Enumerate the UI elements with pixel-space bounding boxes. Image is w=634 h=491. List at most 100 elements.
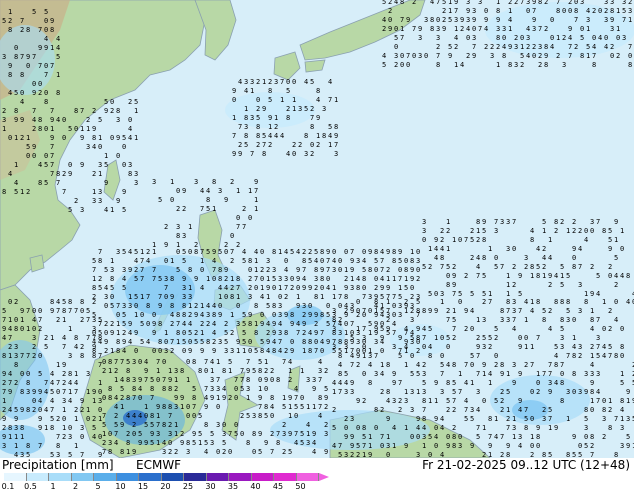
precip-mark: 8	[554, 298, 558, 306]
precip-mark: 2	[512, 263, 516, 271]
timestamp-label: Fr 21-02-2025 09..12 UTC (12+48)	[422, 458, 630, 472]
precip-mark: 9	[416, 325, 420, 333]
precip-mark: 8	[614, 451, 618, 458]
precip-mark: 0	[162, 358, 166, 366]
precip-mark: 9	[248, 311, 252, 319]
precip-mark: 3	[440, 388, 444, 396]
precip-mark: 3	[604, 0, 608, 6]
precip-mark: 2	[440, 227, 444, 235]
precip-mark: 8	[230, 293, 234, 301]
precip-mark: 3	[278, 329, 282, 337]
precip-mark: 8	[320, 275, 324, 283]
precip-mark: 5	[14, 89, 18, 97]
precip-mark: 5	[608, 236, 612, 244]
precip-mark: 8	[50, 26, 54, 34]
precip-mark: 8	[320, 248, 324, 256]
precip-mark: 3	[470, 406, 474, 414]
precip-mark: 8	[116, 347, 120, 355]
precip-mark: 9	[386, 415, 390, 423]
precip-mark: 0	[188, 248, 192, 256]
precip-mark: 9	[254, 178, 258, 186]
precip-mark: 8	[56, 442, 60, 450]
precip-mark: 3	[134, 170, 138, 178]
precip-mark: 0	[116, 152, 120, 160]
precip-mark: 9	[350, 257, 354, 265]
precip-mark: 2	[578, 352, 582, 360]
precip-mark: 9	[398, 334, 402, 342]
precip-mark: 1	[386, 298, 390, 306]
precip-mark: 5	[338, 451, 342, 458]
precip-mark: 0	[362, 370, 366, 378]
precip-mark: 7	[146, 293, 150, 301]
precip-mark: 8	[502, 52, 506, 60]
precip-mark: 2	[310, 105, 314, 113]
precip-mark: 1	[448, 0, 452, 6]
precip-mark: 8	[158, 320, 162, 328]
precip-mark: 1	[56, 361, 60, 369]
precip-mark: 4	[338, 361, 342, 369]
precip-mark: 1	[134, 311, 138, 319]
precip-mark: 2	[500, 451, 504, 458]
precip-mark: 0	[218, 302, 222, 310]
precip-mark: 0	[258, 376, 262, 384]
precip-mark: 3	[236, 320, 240, 328]
precip-mark: 8	[590, 316, 594, 324]
precip-mark: 4	[254, 248, 258, 256]
scale-swatch	[274, 473, 297, 481]
precip-mark: 3	[312, 376, 316, 384]
precip-mark: 3	[610, 25, 614, 33]
precip-mark: 1	[168, 367, 172, 375]
precip-mark: 4	[304, 78, 308, 86]
precip-mark: 2	[356, 361, 360, 369]
precip-mark: 2	[554, 227, 558, 235]
precip-mark: 8	[560, 316, 564, 324]
precip-mark: 5	[62, 298, 66, 306]
precip-mark: 1	[156, 439, 160, 447]
precip-mark: 3	[436, 34, 440, 42]
precip-mark: 1	[230, 311, 234, 319]
precip-mark: 2	[590, 442, 594, 450]
precip-mark: 7	[596, 397, 600, 405]
precip-mark: 5	[452, 388, 456, 396]
precip-mark: 8	[80, 298, 84, 306]
precip-mark: 0	[248, 214, 252, 222]
precip-mark: 0	[388, 16, 392, 24]
precip-mark: 5	[272, 275, 276, 283]
precip-mark: 7	[302, 266, 306, 274]
precip-mark: 2	[110, 320, 114, 328]
precip-mark: 1	[86, 406, 90, 414]
precip-mark: 4	[14, 451, 18, 458]
precip-mark: 0	[102, 394, 106, 402]
precip-mark: 1	[434, 397, 438, 405]
precip-mark: 0	[550, 34, 554, 42]
precip-mark: 7	[26, 307, 30, 315]
precip-mark: 1	[68, 388, 72, 396]
precip-mark: 8	[162, 421, 166, 429]
precip-mark: 1	[368, 329, 372, 337]
precip-mark: 9	[180, 394, 184, 402]
precip-mark: 7	[140, 257, 144, 265]
precip-mark: 2	[460, 25, 464, 33]
precip-mark: 7	[170, 338, 174, 346]
precip-mark: 5	[448, 16, 452, 24]
precip-mark: 7	[230, 248, 234, 256]
precip-mark: 0	[536, 442, 540, 450]
precip-mark: 7	[440, 263, 444, 271]
precip-mark: 2	[122, 329, 126, 337]
precip-mark: 1	[68, 325, 72, 333]
precip-mark: 2	[212, 338, 216, 346]
precip-mark: 7	[240, 376, 244, 384]
precip-mark: 3	[332, 325, 336, 333]
precip-mark: 3	[302, 302, 306, 310]
precip-mark: 4	[38, 161, 42, 169]
precip-mark: 1	[254, 257, 258, 265]
precip-mark: 3	[560, 343, 564, 351]
precip-mark: 9	[434, 307, 438, 315]
precip-mark: 9	[288, 430, 292, 438]
precip-mark: 2	[164, 223, 168, 231]
precip-mark: 9	[26, 53, 30, 61]
precip-mark: 8	[116, 338, 120, 346]
precip-mark: 1	[332, 284, 336, 292]
precip-mark: 1	[254, 320, 258, 328]
precip-mark: 1	[368, 442, 372, 450]
